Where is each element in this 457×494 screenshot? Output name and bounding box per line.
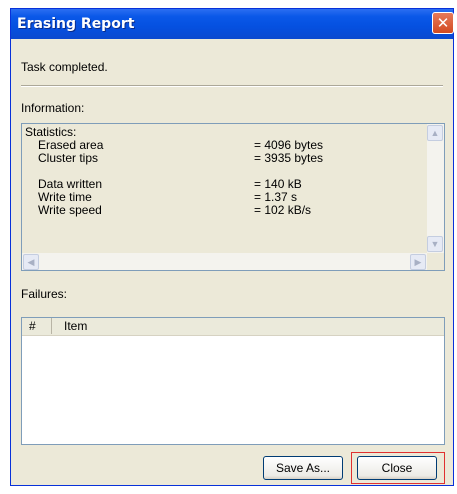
stat-label: Cluster tips <box>38 151 99 165</box>
stat-label: Write speed <box>38 203 102 217</box>
stat-value: = 3935 bytes <box>254 151 324 165</box>
chevron-left-icon[interactable]: ◀ <box>23 254 39 270</box>
erasing-report-dialog: Erasing Report ✕ Task completed. Informa… <box>10 8 454 486</box>
stat-row-cluster-tips: Cluster tips = 3935 bytes <box>25 152 415 165</box>
scrollbar-corner <box>427 253 444 270</box>
failures-label: Failures: <box>21 287 68 301</box>
vertical-scrollbar[interactable]: ▲ ▼ <box>427 124 444 253</box>
save-as-button[interactable]: Save As... <box>263 456 343 480</box>
statistics-text: Statistics: Erased area = 4096 bytes Clu… <box>25 126 415 217</box>
information-textbox[interactable]: Statistics: Erased area = 4096 bytes Clu… <box>21 123 445 271</box>
separator <box>21 85 443 87</box>
chevron-right-icon[interactable]: ▶ <box>410 254 426 270</box>
list-header: # Item <box>22 318 444 336</box>
window-close-button[interactable]: ✕ <box>432 12 454 34</box>
chevron-up-icon[interactable]: ▲ <box>427 125 443 141</box>
column-header-item[interactable]: Item <box>53 318 444 334</box>
window-title: Erasing Report <box>17 16 135 32</box>
stat-row-write-speed: Write speed = 102 kB/s <box>25 204 415 217</box>
chevron-down-icon[interactable]: ▼ <box>427 236 443 252</box>
title-bar[interactable]: Erasing Report ✕ <box>11 9 454 39</box>
stat-value: = 102 kB/s <box>254 203 312 217</box>
status-text: Task completed. <box>21 60 108 74</box>
failures-list[interactable]: # Item <box>21 317 445 445</box>
column-header-number[interactable]: # <box>22 318 52 334</box>
close-button[interactable]: Close <box>357 456 437 480</box>
horizontal-scrollbar[interactable]: ◀ ▶ <box>22 253 427 270</box>
information-label: Information: <box>21 101 85 115</box>
